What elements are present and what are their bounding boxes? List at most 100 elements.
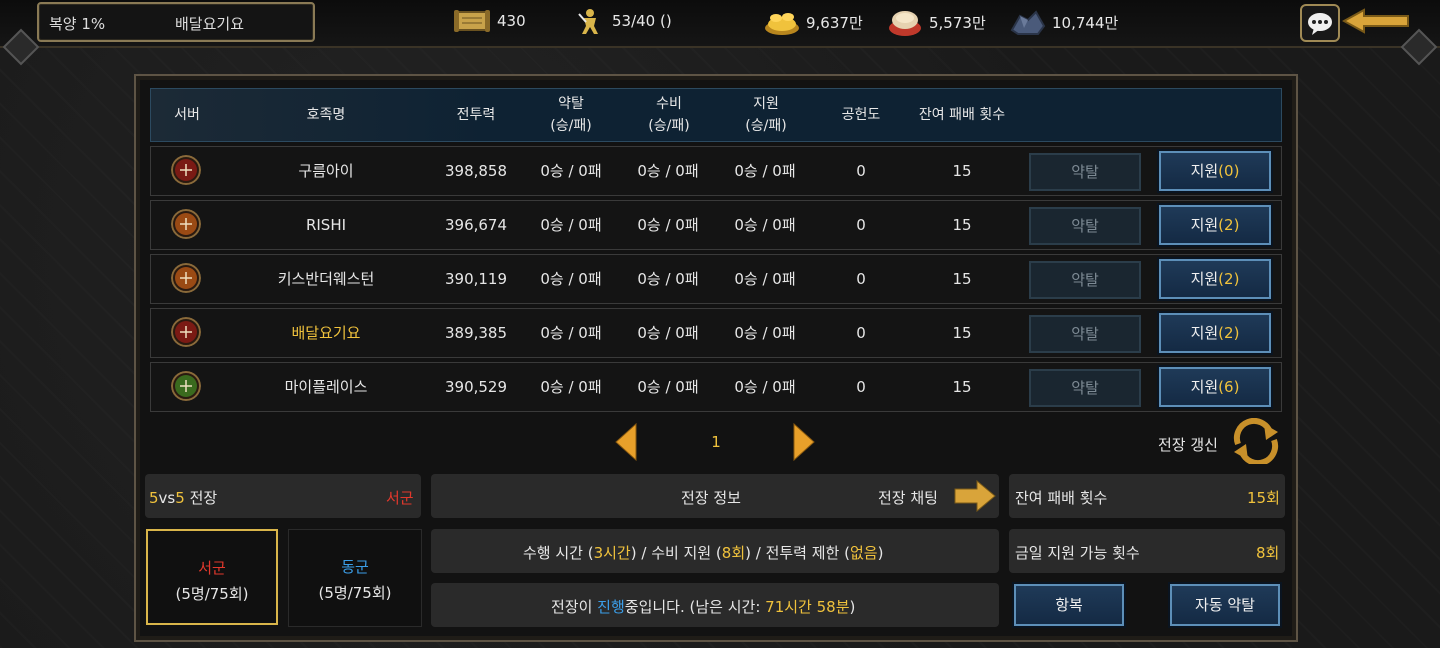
power-cell: 398,858 [444, 162, 508, 180]
prev-page-arrow-icon[interactable] [614, 423, 638, 461]
support-button-label: 지원 [1190, 378, 1219, 396]
soldier-icon [578, 9, 598, 34]
remaining-losses-label: 잔여 패배 횟수 [1015, 489, 1108, 507]
header-plunder-label: 약탈 [558, 96, 584, 112]
plunder-button[interactable]: 약탈 [1029, 315, 1141, 353]
support-count: (6) [1218, 378, 1240, 396]
header-contribution: 공헌도 [841, 107, 881, 123]
header-support-label: 지원 [753, 96, 779, 112]
mode-count-a: 5 [149, 489, 159, 507]
defense-record-cell: 0승 / 0패 [637, 378, 699, 396]
support-count: (0) [1218, 162, 1240, 180]
support-record-cell: 0승 / 0패 [734, 324, 796, 342]
chat-arrow-icon[interactable] [953, 480, 997, 512]
top-bar: 복양 1% 배달요기요 430 53/40 () 9,637만 5,573만 1… [0, 0, 1440, 48]
remaining-losses-cell: 15 [952, 216, 972, 234]
header-remaining: 잔여 패배 횟수 [918, 107, 1006, 123]
clan-status-box[interactable]: 복양 1% 배달요기요 [37, 2, 315, 42]
remaining-losses-box: 잔여 패배 횟수 15회 [1009, 474, 1285, 518]
status-part: ) [849, 598, 856, 616]
header-defense-label: 수비 [656, 96, 682, 112]
daily-support-value: 8회 [1256, 544, 1280, 562]
support-button[interactable]: 지원(6) [1157, 365, 1273, 409]
plunder-button[interactable]: 약탈 [1029, 261, 1141, 299]
table-row: 배달요기요 389,385 0승 / 0패 0승 / 0패 0승 / 0패 0 … [150, 308, 1282, 358]
ore-icon [1010, 10, 1046, 35]
support-button[interactable]: 지원(2) [1157, 257, 1273, 301]
east-army-name: 동군 [341, 558, 369, 576]
header-power: 전투력 [456, 107, 496, 123]
clan-name-cell: RISHI [305, 216, 347, 234]
next-page-arrow-icon[interactable] [792, 423, 816, 461]
daily-support-label: 금일 지원 가능 횟수 [1015, 544, 1140, 562]
server-emblem-icon [171, 371, 201, 401]
support-button[interactable]: 지원(0) [1157, 149, 1273, 193]
power-cell: 389,385 [444, 324, 508, 342]
daily-support-box: 금일 지원 가능 횟수 8회 [1009, 529, 1285, 573]
header-defense: 수비 (승/패) [629, 89, 709, 141]
header-defense-sub: (승/패) [648, 118, 690, 134]
surrender-button[interactable]: 항복 [1012, 582, 1126, 628]
page-number: 1 [711, 433, 721, 451]
remaining-losses-cell: 15 [952, 270, 972, 288]
status-part: 전장이 [551, 598, 598, 616]
support-button-label: 지원 [1190, 162, 1219, 180]
plunder-record-cell: 0승 / 0패 [540, 324, 602, 342]
food-count: 5,573만 [929, 14, 986, 32]
battle-status-bar: 전장이 진행중입니다. (남은 시간: 71시간 58분) [431, 583, 999, 627]
status-time-left: 71시간 58분 [765, 598, 850, 616]
rule-support: 8회 [721, 544, 746, 562]
auto-plunder-button[interactable]: 자동 약탈 [1168, 582, 1282, 628]
mode-count-b: 5 [175, 489, 185, 507]
battle-info-label: 전장 정보 [681, 489, 741, 507]
west-army-card[interactable]: 서군 (5명/75회) [146, 529, 278, 625]
table-header: 서버 호족명 전투력 약탈 (승/패) 수비 (승/패) 지원 (승/패) 공헌… [150, 88, 1282, 142]
clan-name-cell: 구름아이 [298, 162, 354, 180]
table-row: RISHI 396,674 0승 / 0패 0승 / 0패 0승 / 0패 0 … [150, 200, 1282, 250]
contribution-cell: 0 [856, 324, 866, 342]
server-emblem-icon [171, 263, 201, 293]
header-support: 지원 (승/패) [726, 89, 806, 141]
support-button[interactable]: 지원(2) [1157, 203, 1273, 247]
status-label: 복양 1% [49, 15, 106, 33]
status-part: 중입니다. (남은 시간: [624, 598, 766, 616]
east-army-count: (5명/75회) [318, 584, 392, 602]
battle-chat-label[interactable]: 전장 채팅 [878, 487, 938, 508]
back-arrow-icon[interactable] [1342, 8, 1412, 34]
header-support-sub: (승/패) [745, 118, 787, 134]
plunder-button[interactable]: 약탈 [1029, 369, 1141, 407]
server-emblem-icon [171, 155, 201, 185]
battle-status-text: 전장이 진행중입니다. (남은 시간: 71시간 58분) [551, 596, 855, 617]
west-army-count: (5명/75회) [175, 585, 249, 603]
support-record-cell: 0승 / 0패 [734, 216, 796, 234]
plunder-button[interactable]: 약탈 [1029, 153, 1141, 191]
chat-button[interactable] [1300, 4, 1340, 42]
server-emblem-icon [171, 317, 201, 347]
defense-record-cell: 0승 / 0패 [637, 216, 699, 234]
support-button[interactable]: 지원(2) [1157, 311, 1273, 355]
battle-rules-text: 수행 시간 (3시간) / 수비 지원 (8회) / 전투력 제한 (없음) [523, 542, 883, 563]
stamina-count: 53/40 () [612, 12, 672, 30]
team-side: 서군 [386, 489, 414, 507]
gold-count: 9,637만 [806, 14, 863, 32]
plunder-button[interactable]: 약탈 [1029, 207, 1141, 245]
remaining-losses-value: 15회 [1247, 489, 1280, 507]
header-server: 서버 [174, 107, 200, 123]
power-cell: 390,119 [444, 270, 508, 288]
east-army-card[interactable]: 동군 (5명/75회) [288, 529, 422, 627]
plunder-record-cell: 0승 / 0패 [540, 270, 602, 288]
rule-part: ) [877, 544, 884, 562]
support-button-label: 지원 [1190, 216, 1219, 234]
plunder-record-cell: 0승 / 0패 [540, 378, 602, 396]
header-clan: 호족명 [306, 107, 346, 123]
header-plunder: 약탈 (승/패) [531, 89, 611, 141]
battle-info-bar[interactable]: 전장 정보 전장 채팅 [431, 474, 999, 518]
refresh-icon[interactable] [1230, 418, 1282, 464]
table-row: 구름아이 398,858 0승 / 0패 0승 / 0패 0승 / 0패 0 1… [150, 146, 1282, 196]
scroll-count: 430 [497, 12, 526, 30]
header-plunder-sub: (승/패) [550, 118, 592, 134]
rule-part: ) / 전투력 제한 ( [745, 544, 850, 562]
support-button-label: 지원 [1190, 270, 1219, 288]
clan-name: 배달요기요 [175, 15, 245, 33]
contribution-cell: 0 [856, 270, 866, 288]
